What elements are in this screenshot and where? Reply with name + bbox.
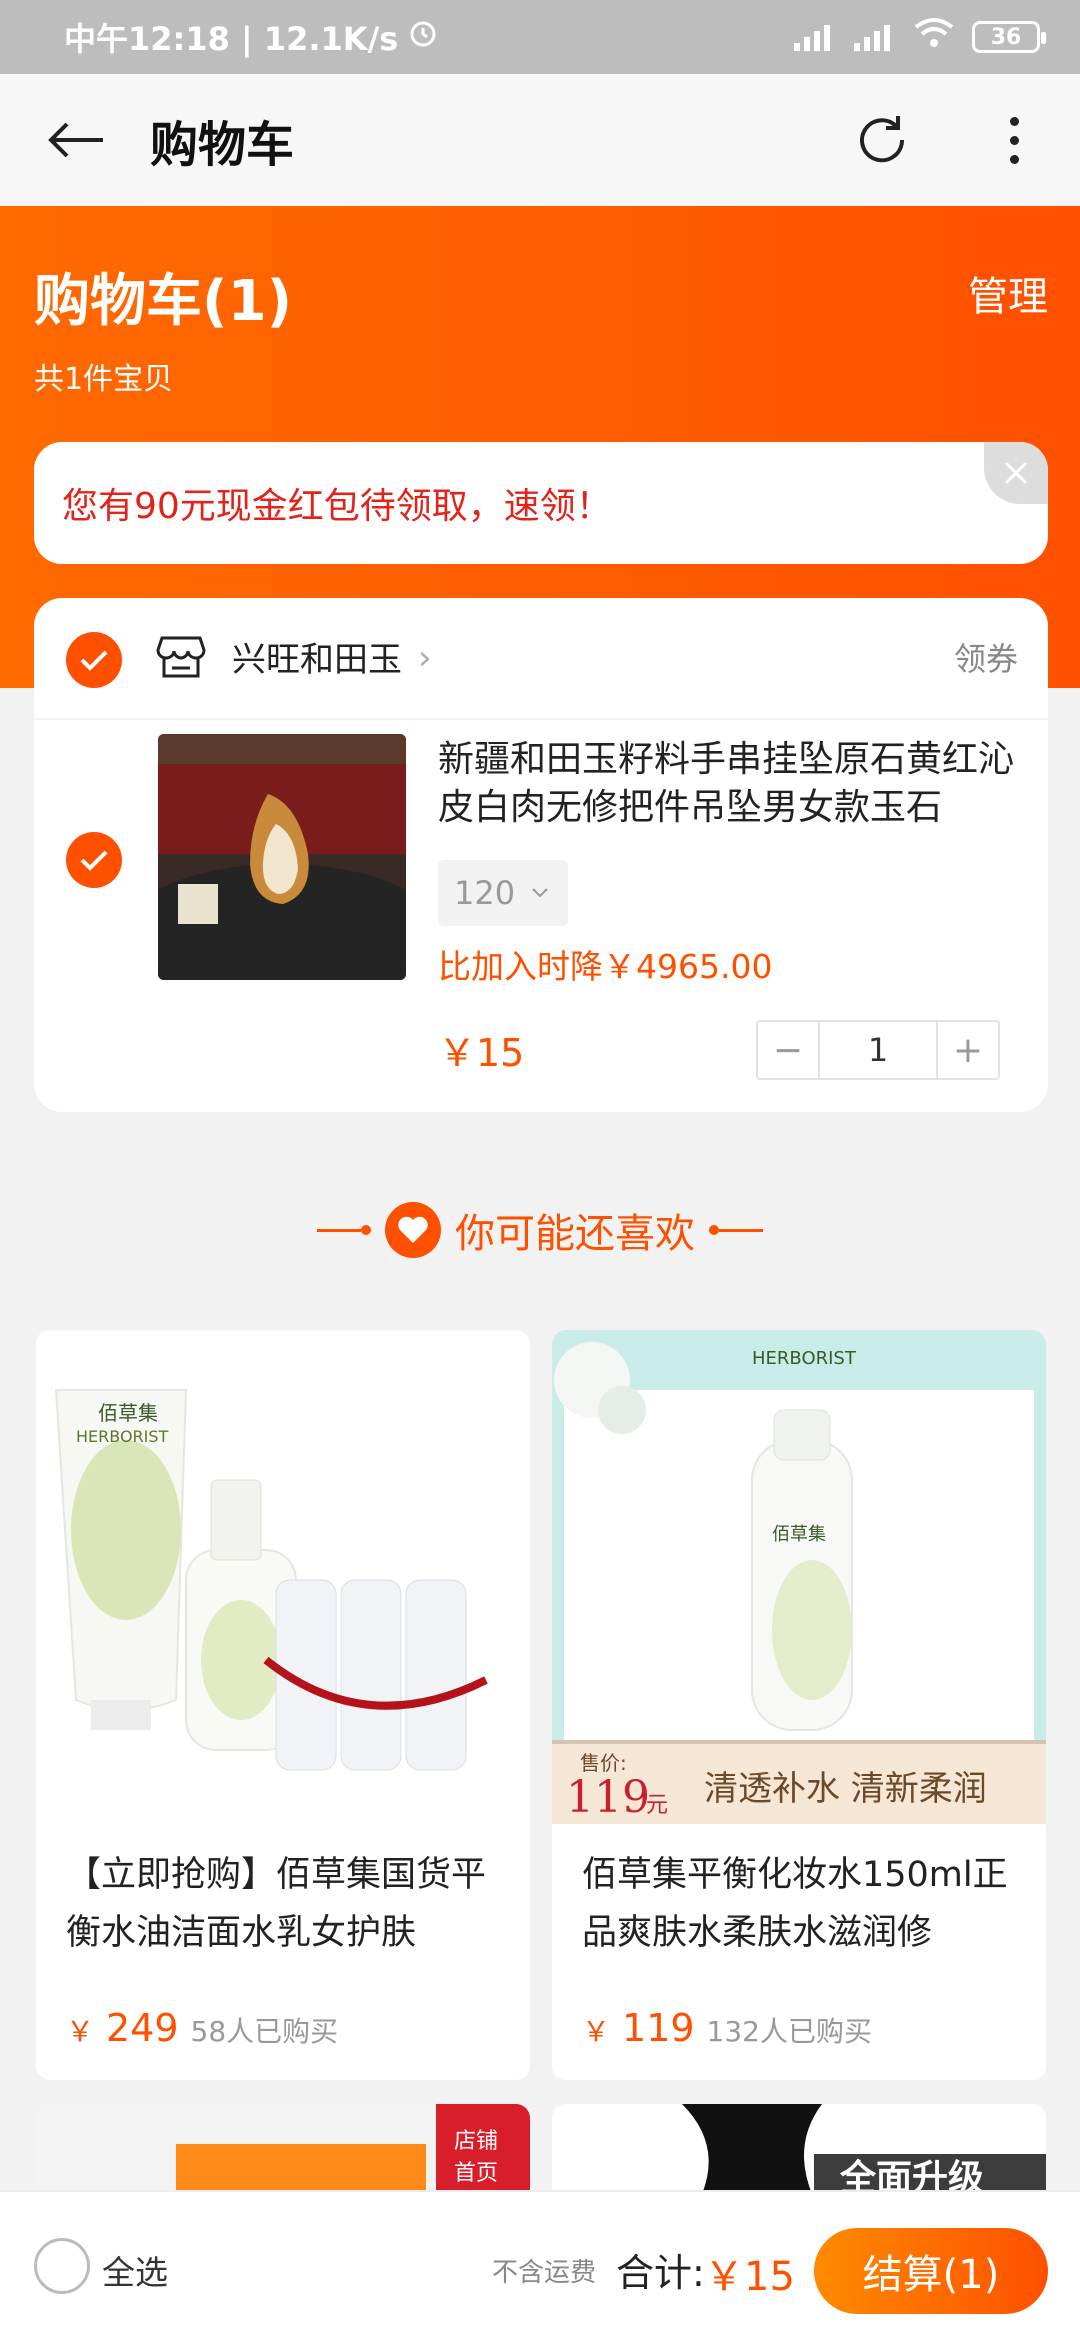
sku-selector[interactable]: 120 <box>438 860 568 926</box>
signal-icon <box>794 23 836 51</box>
quantity-value[interactable]: 1 <box>818 1022 938 1078</box>
sold-count: 58人已购买 <box>190 2015 339 2048</box>
checkout-button[interactable]: 结算(1) <box>814 2228 1048 2314</box>
total-label: 合计: <box>616 2251 705 2295</box>
refresh-icon <box>860 116 905 163</box>
nav-bar: 购物车 <box>0 74 1080 206</box>
bottom-bar: 全选 不含运费 合计: ￥15 结算(1) <box>0 2190 1080 2340</box>
currency-symbol: ￥ <box>582 2015 611 2048</box>
checkmark-icon <box>80 850 108 871</box>
divider <box>34 718 1048 720</box>
more-dot <box>1009 135 1019 145</box>
decor-line-left <box>317 1225 371 1235</box>
quantity-stepper: − 1 + <box>756 1020 1000 1080</box>
recommend-header: 你可能还喜欢 <box>0 1190 1080 1270</box>
wifi-icon <box>914 17 954 57</box>
battery-icon: 36 <box>972 21 1046 53</box>
product-image[interactable]: 佰草集 HERBORIST <box>36 1330 530 1824</box>
product-card-partial[interactable]: 店铺 首页 <box>36 2104 530 2194</box>
brand-cn: 佰草集 <box>98 1401 158 1425</box>
item-price: ￥15 <box>438 1031 525 1075</box>
heart-icon <box>385 1202 441 1258</box>
product-card[interactable]: 佰草集 HERBORIST 【立即抢购】佰草集国货平衡水油洁面水乳女护肤 ￥ 2… <box>36 1330 530 2080</box>
manage-button[interactable]: 管理 <box>968 264 1048 322</box>
brand-en: HERBORIST <box>76 1427 169 1446</box>
cart-title: 购物车(1) <box>34 269 293 334</box>
product-card[interactable]: 佰草集 HERBORIST 售价: 119 元 清透补水 清新柔润 佰草集平衡化… <box>552 1330 1046 2080</box>
product-title[interactable]: 【立即抢购】佰草集国货平衡水油洁面水乳女护肤 <box>66 1846 514 1962</box>
shipping-note: 不含运费 <box>492 2258 597 2288</box>
red-packet-banner[interactable]: 您有90元现金红包待领取，速领！ <box>34 442 1048 564</box>
back-button[interactable] <box>0 74 150 206</box>
banner-text: 您有90元现金红包待领取，速领！ <box>62 486 612 527</box>
coupon-button[interactable]: 领券 <box>954 634 1018 680</box>
currency-symbol: ￥ <box>66 2015 95 2048</box>
page-title: 购物车 <box>150 117 295 173</box>
recommend-title: 你可能还喜欢 <box>455 1211 695 1257</box>
product-price-row: ￥ 119 132人已购买 <box>582 2006 872 2050</box>
shop-checkbox[interactable] <box>66 632 122 688</box>
brand-en: HERBORIST <box>752 1348 857 1369</box>
select-all-label[interactable]: 全选 <box>102 2246 168 2294</box>
sku-value: 120 <box>454 874 516 912</box>
more-dot <box>1009 154 1019 164</box>
status-bar: 中午12:18 | 12.1K/s 36 <box>0 0 1080 74</box>
more-dot <box>1009 116 1019 126</box>
promo-slogan: 清透补水 清新柔润 <box>704 1769 987 1809</box>
partial-tag-right: 全面升级 <box>839 2157 984 2194</box>
product-price: 119 <box>622 2006 695 2050</box>
product-card-partial[interactable]: 全面升级 <box>552 2104 1046 2194</box>
alarm-icon <box>408 18 438 56</box>
select-all-checkbox[interactable] <box>34 2238 90 2294</box>
shop-row: 兴旺和田玉 › 领券 <box>34 598 1048 718</box>
promo-price: 119 <box>566 1772 650 1823</box>
decrease-button[interactable]: − <box>758 1022 818 1078</box>
signal-hd-icon <box>854 23 896 51</box>
increase-button[interactable]: + <box>938 1022 998 1078</box>
checkmark-icon <box>80 650 108 671</box>
more-button[interactable] <box>990 104 1038 176</box>
price-drop-note: 比加入时降￥4965.00 <box>438 947 773 986</box>
chevron-right-icon: › <box>418 638 432 678</box>
partial-tag-line2: 首页 <box>454 2161 498 2186</box>
total-value: ￥15 <box>704 2254 795 2300</box>
brand-cn: 佰草集 <box>772 1524 826 1545</box>
cart-card: 兴旺和田玉 › 领券 新疆和田玉籽料手串挂坠原石黄红沁皮白肉无修把件吊坠男女款玉… <box>34 598 1048 1112</box>
chevron-down-icon <box>532 888 548 898</box>
sold-count: 132人已购买 <box>706 2015 872 2048</box>
store-icon <box>156 632 206 686</box>
item-checkbox[interactable] <box>66 832 122 888</box>
item-title[interactable]: 新疆和田玉籽料手串挂坠原石黄红沁皮白肉无修把件吊坠男女款玉石 <box>438 736 1028 832</box>
partial-tag-line1: 店铺 <box>454 2129 498 2154</box>
item-image[interactable] <box>158 734 406 980</box>
status-time: 中午12:18 | 12.1K/s <box>64 20 399 58</box>
product-price: 249 <box>106 2006 179 2050</box>
item-count: 共1件宝贝 <box>34 362 174 397</box>
banner-close-button[interactable] <box>984 442 1048 504</box>
refresh-button[interactable] <box>846 104 918 176</box>
close-icon <box>1004 461 1028 485</box>
product-price-row: ￥ 249 58人已购买 <box>66 2006 338 2050</box>
product-image[interactable]: 佰草集 HERBORIST 售价: 119 元 清透补水 清新柔润 <box>552 1330 1046 1824</box>
promo-unit: 元 <box>646 1793 668 1818</box>
back-arrow-icon <box>48 122 103 158</box>
shop-name[interactable]: 兴旺和田玉 <box>232 632 402 681</box>
decor-line-right <box>709 1225 763 1235</box>
product-title[interactable]: 佰草集平衡化妆水150ml正品爽肤水柔肤水滋润修 <box>582 1846 1030 1962</box>
